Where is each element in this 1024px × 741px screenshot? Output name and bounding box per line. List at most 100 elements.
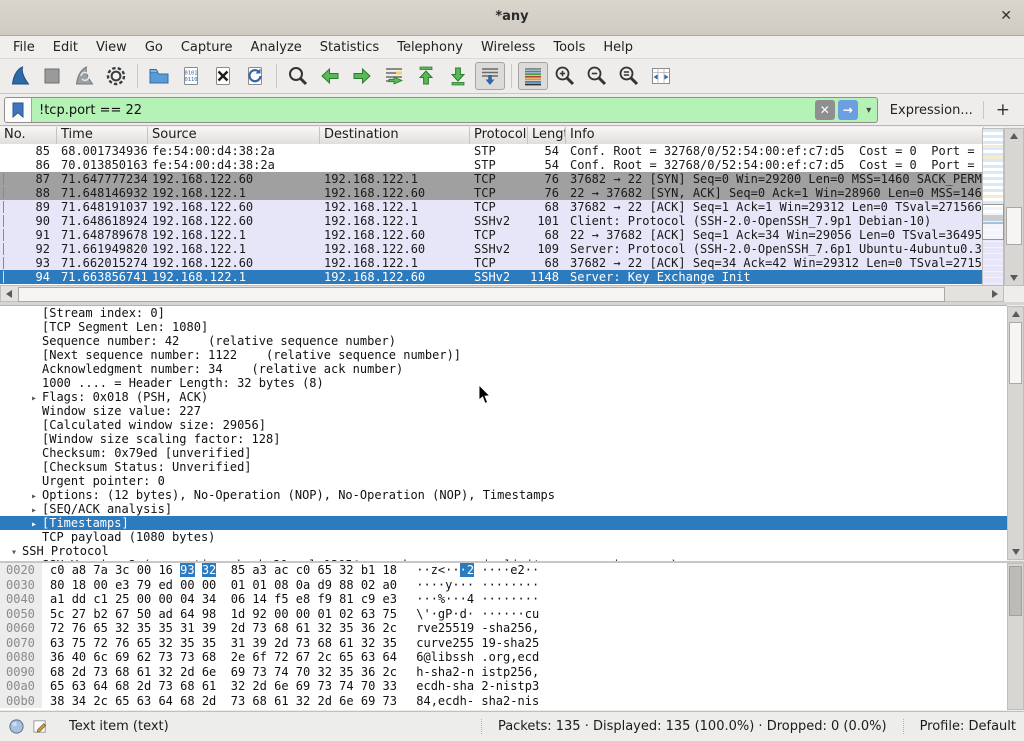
- detail-line[interactable]: [Stream index: 0]: [0, 306, 1007, 320]
- menu-analyze[interactable]: Analyze: [242, 38, 311, 57]
- hex-row[interactable]: 0040a1 dd c1 25 00 00 04 34 06 14 f5 e8 …: [0, 592, 1007, 607]
- scroll-right-icon[interactable]: [987, 286, 1003, 301]
- collapsed-arrow-icon[interactable]: ▸: [26, 504, 42, 516]
- detail-line[interactable]: ▾SSH Protocol: [0, 544, 1007, 558]
- packet-list-hscrollbar[interactable]: [0, 285, 1004, 302]
- open-file-icon[interactable]: [144, 62, 174, 90]
- packet-row[interactable]: 8971.648191037192.168.122.60192.168.122.…: [0, 200, 1004, 214]
- menu-telephony[interactable]: Telephony: [388, 38, 472, 57]
- column-header-time[interactable]: Time: [57, 127, 148, 144]
- capture-options-icon[interactable]: [101, 62, 131, 90]
- zoom-in-icon[interactable]: [550, 62, 580, 90]
- menu-wireless[interactable]: Wireless: [472, 38, 544, 57]
- detail-line[interactable]: ▸Flags: 0x018 (PSH, ACK): [0, 390, 1007, 404]
- detail-line[interactable]: Window size value: 227: [0, 404, 1007, 418]
- details-scrollbar[interactable]: [1007, 306, 1024, 560]
- stop-capture-icon[interactable]: [37, 62, 67, 90]
- detail-line[interactable]: [TCP Segment Len: 1080]: [0, 320, 1007, 334]
- profile-button[interactable]: Profile: Default: [903, 719, 1016, 734]
- resize-columns-icon[interactable]: [646, 62, 676, 90]
- packet-row[interactable]: 8871.648146932192.168.122.1192.168.122.6…: [0, 186, 1004, 200]
- scrollbar-thumb[interactable]: [1009, 322, 1022, 384]
- scroll-up-icon[interactable]: [1008, 307, 1023, 321]
- hex-row[interactable]: 00505c 27 b2 67 50 ad 64 98 1d 92 00 00 …: [0, 607, 1007, 622]
- expert-info-icon[interactable]: [8, 718, 25, 735]
- column-header-protocol[interactable]: Protocol: [470, 127, 528, 144]
- go-to-bottom-icon[interactable]: [443, 62, 473, 90]
- detail-line[interactable]: Sequence number: 42 (relative sequence n…: [0, 334, 1007, 348]
- detail-line[interactable]: ▸[SEQ/ACK analysis]: [0, 502, 1007, 516]
- packet-list-minimap[interactable]: [982, 128, 1004, 286]
- colorize-packets-icon[interactable]: [518, 62, 548, 90]
- scrollbar-thumb[interactable]: [1009, 566, 1022, 616]
- go-to-top-icon[interactable]: [411, 62, 441, 90]
- column-header-source[interactable]: Source: [148, 127, 320, 144]
- minimap-thumb[interactable]: [982, 204, 1004, 240]
- go-to-packet-icon[interactable]: [379, 62, 409, 90]
- hex-row[interactable]: 006072 76 65 32 35 35 31 39 2d 73 68 61 …: [0, 621, 1007, 636]
- scroll-down-icon[interactable]: [1008, 545, 1023, 559]
- hscrollbar-thumb[interactable]: [18, 287, 945, 302]
- detail-line[interactable]: [Window size scaling factor: 128]: [0, 432, 1007, 446]
- detail-line[interactable]: Acknowledgment number: 34 (relative ack …: [0, 362, 1007, 376]
- save-file-icon[interactable]: 01010110: [176, 62, 206, 90]
- detail-line[interactable]: 1000 .... = Header Length: 32 bytes (8): [0, 376, 1007, 390]
- packet-list-scrollbar[interactable]: [1004, 128, 1024, 286]
- menu-statistics[interactable]: Statistics: [311, 38, 388, 57]
- column-header-length[interactable]: Length: [528, 127, 566, 144]
- filter-text[interactable]: !tcp.port == 22: [32, 103, 815, 118]
- packet-row[interactable]: 9071.648618924192.168.122.60192.168.122.…: [0, 214, 1004, 228]
- packet-row[interactable]: 9171.648789678192.168.122.1192.168.122.6…: [0, 228, 1004, 242]
- start-capture-icon[interactable]: [5, 62, 35, 90]
- filter-clear-icon[interactable]: ✕: [815, 100, 835, 120]
- hex-row[interactable]: 00b038 34 2c 65 63 64 68 2d 73 68 61 32 …: [0, 694, 1007, 709]
- packet-row[interactable]: 9471.663856741192.168.122.1192.168.122.6…: [0, 270, 1004, 284]
- menu-edit[interactable]: Edit: [44, 38, 87, 57]
- expanded-arrow-icon[interactable]: ▾: [6, 546, 22, 558]
- menu-capture[interactable]: Capture: [172, 38, 242, 57]
- menu-help[interactable]: Help: [594, 38, 642, 57]
- hex-row[interactable]: 007063 75 72 76 65 32 35 35 31 39 2d 73 …: [0, 636, 1007, 651]
- add-filter-button[interactable]: +: [996, 100, 1010, 120]
- title-bar[interactable]: *any ✕: [0, 0, 1024, 36]
- menu-view[interactable]: View: [87, 38, 136, 57]
- filter-dropdown-icon[interactable]: ▾: [861, 105, 877, 116]
- detail-line[interactable]: Urgent pointer: 0: [0, 474, 1007, 488]
- packet-row[interactable]: 9371.662015274192.168.122.60192.168.122.…: [0, 256, 1004, 270]
- detail-line[interactable]: [Checksum Status: Unverified]: [0, 460, 1007, 474]
- column-header-no[interactable]: No.: [0, 127, 57, 144]
- packet-row[interactable]: 8771.647777234192.168.122.60192.168.122.…: [0, 172, 1004, 186]
- scroll-down-icon[interactable]: [1005, 271, 1023, 285]
- hex-row[interactable]: 0020c0 a8 7a 3c 00 16 93 32 85 a3 ac c0 …: [0, 563, 1007, 578]
- filter-bookmark-icon[interactable]: [5, 98, 32, 122]
- detail-line[interactable]: Checksum: 0x79ed [unverified]: [0, 446, 1007, 460]
- menu-go[interactable]: Go: [136, 38, 172, 57]
- go-forward-icon[interactable]: [347, 62, 377, 90]
- detail-line[interactable]: [Calculated window size: 29056]: [0, 418, 1007, 432]
- capture-comment-icon[interactable]: [32, 718, 49, 735]
- zoom-out-icon[interactable]: [582, 62, 612, 90]
- detail-line[interactable]: [Next sequence number: 1122 (relative se…: [0, 348, 1007, 362]
- go-back-icon[interactable]: [315, 62, 345, 90]
- reload-file-icon[interactable]: [240, 62, 270, 90]
- scroll-up-icon[interactable]: [1005, 129, 1023, 143]
- collapsed-arrow-icon[interactable]: ▸: [26, 490, 42, 502]
- collapsed-arrow-icon[interactable]: ▸: [26, 392, 42, 404]
- hex-row[interactable]: 009068 2d 73 68 61 32 2d 6e 69 73 74 70 …: [0, 665, 1007, 680]
- close-file-icon[interactable]: [208, 62, 238, 90]
- packet-row[interactable]: 8568.001734936fe:54:00:d4:38:2aSTP54Conf…: [0, 144, 1004, 158]
- bytes-scrollbar[interactable]: [1007, 563, 1024, 710]
- detail-line[interactable]: TCP payload (1080 bytes): [0, 530, 1007, 544]
- collapsed-arrow-icon[interactable]: ▸: [26, 518, 42, 530]
- detail-line[interactable]: ▸[Timestamps]: [0, 516, 1007, 530]
- hex-row[interactable]: 00a065 63 64 68 2d 73 68 61 32 2d 6e 69 …: [0, 679, 1007, 694]
- auto-scroll-icon[interactable]: [475, 62, 505, 90]
- hex-row[interactable]: 003080 18 00 e3 79 ed 00 00 01 01 08 0a …: [0, 578, 1007, 593]
- column-header-info[interactable]: Info: [566, 127, 984, 144]
- filter-apply-icon[interactable]: →: [838, 100, 858, 120]
- menu-tools[interactable]: Tools: [544, 38, 594, 57]
- display-filter-input[interactable]: !tcp.port == 22 ✕ → ▾: [4, 97, 878, 123]
- find-packet-icon[interactable]: [283, 62, 313, 90]
- expression-button[interactable]: Expression...: [890, 103, 973, 118]
- packet-row[interactable]: 9271.661949820192.168.122.1192.168.122.6…: [0, 242, 1004, 256]
